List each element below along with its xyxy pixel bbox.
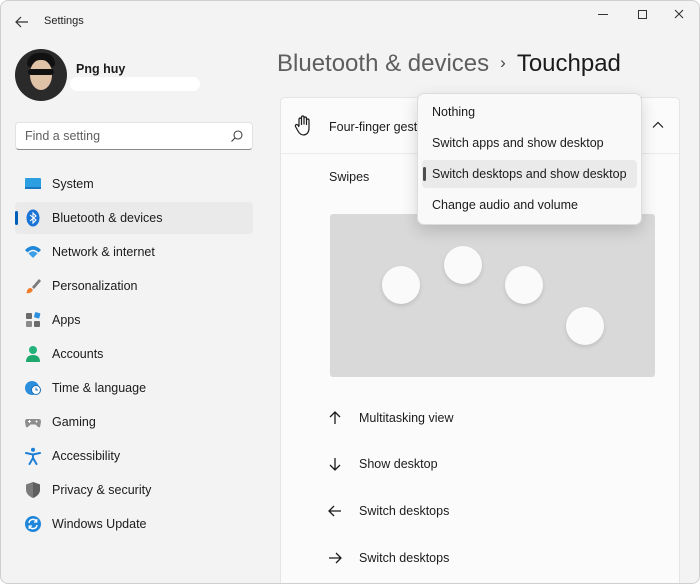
minimize-button[interactable] [581,5,625,23]
arrow-right-icon [329,552,342,564]
gesture-swipe-up: Multitasking view [327,408,453,428]
sidebar-item-label: Personalization [52,279,138,293]
chevron-up-icon[interactable] [651,118,665,132]
search-box [15,122,253,150]
finger-dot [505,266,543,304]
gesture-action-label: Switch desktops [359,551,450,565]
sidebar-item-accounts[interactable]: Accounts [15,338,253,370]
sidebar-item-windows-update[interactable]: Windows Update [15,508,253,540]
apps-icon [26,312,41,327]
maximize-icon [637,9,647,19]
gesture-action-label: Show desktop [359,457,438,471]
system-icon [25,178,41,189]
gamepad-icon [25,419,41,428]
sidebar-item-bluetooth[interactable]: Bluetooth & devices [15,202,253,234]
touchpad-preview [330,214,655,377]
back-arrow-icon [15,16,28,28]
gesture-action-label: Multitasking view [359,411,454,425]
dropdown-option-change-audio[interactable]: Change audio and volume [422,191,637,219]
search-input[interactable] [16,123,216,149]
sidebar-item-label: Bluetooth & devices [52,211,163,225]
page-title: Touchpad [516,50,621,77]
shield-icon [26,482,40,498]
bluetooth-icon [26,209,40,227]
sidebar-item-label: Accessibility [52,449,121,463]
accessibility-icon [25,447,41,465]
sidebar-item-label: Time & language [52,381,147,395]
app-title: Settings [44,15,84,27]
back-button[interactable] [11,12,33,32]
sidebar-item-network[interactable]: Network & internet [15,236,253,268]
close-button[interactable] [657,5,699,23]
gesture-swipe-right: Switch desktops [327,548,449,568]
sidebar-nav: System Bluetooth & devices Network & int… [15,168,253,542]
user-name: Png huy [76,62,126,76]
sidebar-item-system[interactable]: System [15,168,253,200]
swipes-label: Swipes [329,170,370,184]
update-icon [25,516,41,532]
sidebar-item-label: Privacy & security [52,483,152,497]
breadcrumb: Bluetooth & devices › Touchpad [277,50,621,78]
close-icon [674,9,684,19]
sidebar-item-label: Windows Update [52,517,147,531]
dropdown-option-nothing[interactable]: Nothing [422,98,637,126]
dropdown-option-switch-desktops[interactable]: Switch desktops and show desktop [422,160,637,188]
finger-dot [566,307,604,345]
sidebar-item-time-language[interactable]: Time & language [15,372,253,404]
sidebar-item-label: Gaming [52,415,96,429]
sidebar-item-accessibility[interactable]: Accessibility [15,440,253,472]
title-bar: Settings [1,1,699,41]
finger-dot [382,266,420,304]
sidebar-item-personalization[interactable]: Personalization [15,270,253,302]
sidebar-item-label: Accounts [52,347,104,361]
card-title: Four-finger gestu [329,120,425,134]
arrow-down-icon [329,458,341,471]
sidebar-item-label: Apps [52,313,81,327]
sidebar-item-label: System [52,177,94,191]
sidebar-item-privacy[interactable]: Privacy & security [15,474,253,506]
paintbrush-icon [26,279,41,294]
gesture-action-label: Switch desktops [359,504,450,518]
wifi-icon [25,246,41,258]
avatar [15,49,67,101]
sidebar-item-apps[interactable]: Apps [15,304,253,336]
person-icon [26,346,40,362]
minimize-icon [598,13,608,15]
finger-dot [444,246,482,284]
search-icon[interactable] [230,129,244,143]
sidebar-item-label: Network & internet [52,245,155,259]
gesture-swipe-down: Show desktop [327,454,438,474]
dropdown-option-switch-apps[interactable]: Switch apps and show desktop [422,129,637,157]
gesture-swipe-left: Switch desktops [327,501,449,521]
hand-icon [294,115,310,136]
breadcrumb-parent[interactable]: Bluetooth & devices [277,50,489,77]
gesture-dropdown-menu: Nothing Switch apps and show desktop Swi… [417,93,642,225]
arrow-left-icon [328,505,341,517]
breadcrumb-separator-icon: › [500,53,506,72]
sidebar-item-gaming[interactable]: Gaming [15,406,253,438]
globe-clock-icon [25,381,41,395]
settings-window: Settings Png huy Find a setting System B… [0,0,700,584]
arrow-up-icon [329,411,341,424]
user-email-redacted [70,77,200,91]
